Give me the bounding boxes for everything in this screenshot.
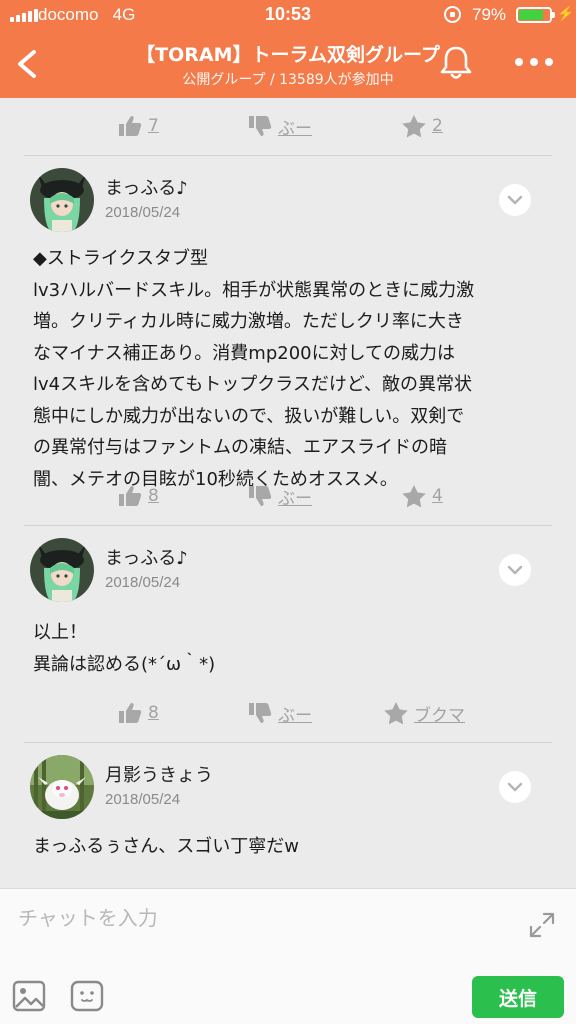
app-header: docomo 4G 10:53 79% ⚡ 【TORAM】トーラム双剣グループ … [0,0,576,98]
boo-button[interactable]: ぶー [248,114,312,139]
post-author[interactable]: まっふる♪ [105,544,188,570]
image-icon [12,980,46,1012]
thumbs-up-icon [119,486,142,506]
chevron-left-icon [18,50,36,78]
post-line: 以上！ [33,622,87,643]
message-feed[interactable]: 7 ぶー 2 まっふる♪ 2018/05/24 ◆ストライクスタブ型 lv3ハル… [0,98,576,888]
post-menu-button[interactable] [499,554,531,586]
sticker-icon [70,980,104,1012]
post-line: なマイナス補正あり。消費mp200に対しての威力は [33,342,456,364]
battery-level [519,10,543,20]
avatar-image [30,755,94,819]
more-dots-icon [515,58,523,66]
back-button[interactable] [8,40,48,88]
thumbs-up-icon [119,703,142,723]
post-line: ◆ストライクスタブ型 [33,248,208,269]
post-text: まっふるぅさん、スゴい丁寧だw [33,831,543,863]
post-menu-button[interactable] [499,184,531,216]
post-author[interactable]: まっふる♪ [105,174,188,200]
divider [24,525,552,526]
post-header: まっふる♪ 2018/05/24 [30,168,540,232]
post-text: 以上！ 異論は認める(*´ω｀*) [33,617,543,680]
avatar-image [30,168,94,232]
sticker-button[interactable] [70,979,104,1013]
thumbs-down-icon [249,116,272,136]
divider [24,155,552,156]
chat-composer: 送信 [0,888,576,1024]
thumbs-up-icon [119,116,142,136]
more-button[interactable] [512,50,556,74]
post-header: 月影うきょう 2018/05/24 [30,755,540,819]
like-button[interactable]: 8 [118,702,159,724]
post-line: lv4スキルを含めてもトップクラスだけど、敵の異常状 [33,374,472,395]
post-line: 異論は認める(*´ω｀*) [33,653,216,675]
post-author[interactable]: 月影うきょう [105,761,213,787]
post-header: まっふる♪ 2018/05/24 [30,538,540,602]
charging-icon: ⚡ [557,5,575,21]
thumbs-down-icon [249,703,272,723]
post-date: 2018/05/24 [105,204,181,221]
send-button[interactable]: 送信 [472,976,564,1018]
post-text: ◆ストライクスタブ型 lv3ハルバードスキル。相手が状態異常のときに威力激 増。… [33,243,543,495]
reaction-bar: 7 ぶー 2 [24,98,552,154]
group-title-area[interactable]: 【TORAM】トーラム双剣グループ 公開グループ / 13589人が参加中 [80,40,496,89]
rotation-lock-icon [444,6,461,23]
boo-button[interactable]: ぶー [248,701,312,726]
post-line: まっふるぅさん、スゴい丁寧だw [33,836,300,857]
bookmark-button[interactable]: ブクマ [384,701,465,726]
expand-button[interactable] [528,911,556,939]
reaction-bar: 8 ぶー ブクマ [24,685,552,741]
chat-input[interactable] [18,901,508,935]
post-line: lv3ハルバードスキル。相手が状態異常のときに威力激 [33,279,475,301]
like-button[interactable]: 8 [118,485,159,507]
divider [24,742,552,743]
image-button[interactable] [12,979,46,1013]
star-icon [402,114,426,137]
star-button[interactable]: 4 [402,484,443,508]
notifications-button[interactable] [436,42,476,82]
thumbs-down-icon [249,486,272,506]
avatar-image [30,538,94,602]
post-date: 2018/05/24 [105,791,181,808]
battery-icon [516,7,555,23]
reaction-bar: 8 ぶー 4 [24,468,552,524]
post-menu-button[interactable] [499,771,531,803]
chevron-down-icon [507,782,523,792]
like-button[interactable]: 7 [118,115,159,137]
bell-icon [440,46,472,79]
star-icon [402,484,426,507]
chevron-down-icon [507,565,523,575]
boo-button[interactable]: ぶー [248,484,312,509]
star-button[interactable]: 2 [402,114,443,138]
avatar[interactable] [30,168,94,232]
avatar[interactable] [30,538,94,602]
avatar[interactable] [30,755,94,819]
group-title: 【TORAM】トーラム双剣グループ [136,44,440,66]
post-line: 増。クリティカル時に威力激増。ただしクリ率に大き [33,311,464,332]
star-icon [384,701,408,724]
status-bar: docomo 4G 10:53 79% ⚡ [0,0,576,30]
chevron-down-icon [507,195,523,205]
expand-icon [529,912,555,938]
post-line: 態中にしか威力が出ないので、扱いが難しい。双剣で [33,405,465,427]
battery-percent: 79% [472,5,507,24]
post-date: 2018/05/24 [105,574,181,591]
group-subtitle: 公開グループ / 13589人が参加中 [182,72,394,88]
post-line: の異常付与はファントムの凍結、エアスライドの暗 [33,437,447,458]
